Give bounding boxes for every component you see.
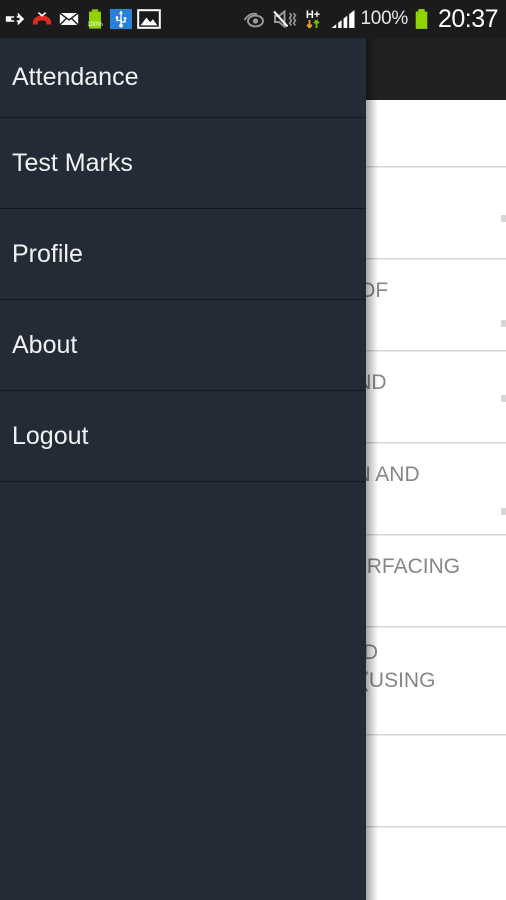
smart-stay-eye-icon — [243, 9, 267, 29]
drawer-item-label: Profile — [12, 239, 83, 268]
drawer-edge-mark-top — [501, 215, 506, 222]
drawer-item-label: About — [12, 330, 78, 359]
phone-screen: 100% H+ 100% 20:37 OF AND INTERFACING (U… — [0, 0, 506, 900]
drawer-item-label: Test Marks — [12, 148, 133, 177]
drawer-item-attendance[interactable]: Attendance — [0, 38, 366, 118]
hsdpa-hplus-data-icon: H+ — [303, 8, 325, 30]
battery-full-icon — [413, 8, 430, 30]
drawer-edge-mark-low — [501, 395, 506, 402]
signal-bars-icon — [330, 8, 356, 30]
status-bar: 100% H+ 100% 20:37 — [0, 0, 506, 38]
mute-vibrate-off-icon — [272, 8, 298, 30]
drawer-edge-mark-mid — [501, 320, 506, 327]
drawer-item-profile[interactable]: Profile — [0, 209, 366, 300]
status-bar-notification-icons: 100% — [4, 8, 161, 30]
navigation-drawer[interactable]: Attendance Test Marks Profile About Logout — [0, 38, 366, 900]
drawer-item-label: Attendance — [12, 63, 139, 91]
svg-text:100%: 100% — [87, 22, 103, 28]
drawer-edge-mark-bottom — [501, 508, 506, 515]
svg-text:H+: H+ — [305, 9, 319, 21]
status-bar-clock: 20:37 — [437, 4, 499, 33]
status-bar-system-icons: H+ 100% 20:37 — [243, 4, 500, 33]
drawer-item-test-marks[interactable]: Test Marks — [0, 118, 366, 209]
drawer-item-about[interactable]: About — [0, 300, 366, 391]
new-email-icon — [58, 8, 80, 30]
screenshot-image-icon — [137, 8, 161, 30]
battery-percent-label: 100% — [360, 8, 409, 29]
battery-charged-100-icon: 100% — [85, 8, 105, 30]
missed-call-icon — [31, 8, 53, 30]
drawer-item-logout[interactable]: Logout — [0, 391, 366, 482]
drawer-item-label: Logout — [12, 421, 89, 450]
usb-connected-icon — [110, 8, 132, 30]
add-call-icon — [4, 8, 26, 30]
